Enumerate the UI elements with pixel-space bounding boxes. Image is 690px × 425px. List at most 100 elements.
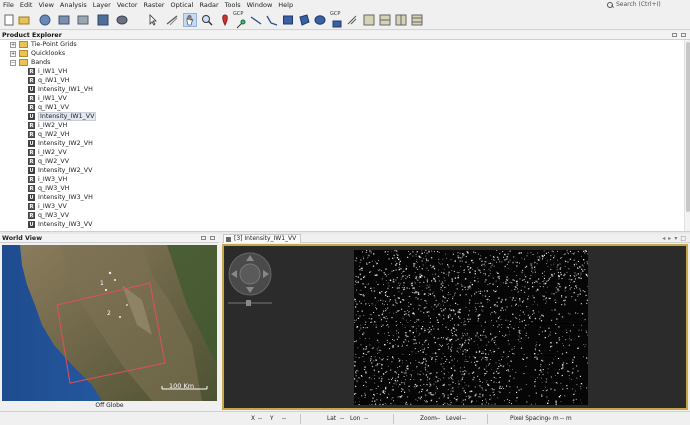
band-item[interactable]: Ri_IW2_VH bbox=[28, 121, 67, 130]
menu-vector[interactable]: Vector bbox=[114, 0, 141, 10]
band-item[interactable]: Rq_IW2_VH bbox=[28, 130, 69, 139]
band-item[interactable]: Rq_IW3_VH bbox=[28, 184, 69, 193]
virtual-band-icon: U bbox=[28, 86, 35, 93]
expand-icon[interactable]: + bbox=[10, 50, 16, 57]
tree-folder-bands[interactable]: − Bands bbox=[10, 58, 50, 67]
image-view-frame[interactable] bbox=[222, 244, 688, 410]
band-item[interactable]: U Intensity_IW3_VH bbox=[28, 193, 93, 202]
band-label: i_IW3_VH bbox=[38, 176, 68, 183]
tab-scroll-left-icon[interactable]: ◂ bbox=[662, 236, 665, 242]
band-icon: R bbox=[28, 68, 35, 75]
menu-optical[interactable]: Optical bbox=[168, 0, 197, 10]
band-label: q_IW3_VH bbox=[38, 185, 70, 192]
world-view-title: World View bbox=[2, 235, 43, 242]
band-icon: R bbox=[28, 95, 35, 102]
band-item[interactable]: U Intensity_IW1_VH bbox=[28, 85, 93, 94]
tab-restore-icon[interactable]: □ bbox=[680, 236, 686, 242]
pan-tool-icon[interactable] bbox=[183, 13, 197, 27]
band-item[interactable]: U Intensity_IW2_VV bbox=[28, 166, 92, 175]
gcp-tool-icon[interactable] bbox=[330, 17, 344, 31]
band-label: q_IW2_VH bbox=[38, 131, 70, 138]
band-item[interactable]: Rq_IW2_VV bbox=[28, 157, 69, 166]
tab-scroll-right-icon[interactable]: ▸ bbox=[668, 236, 671, 242]
tree-folder-tie-point-grids[interactable]: + Tie-Point Grids bbox=[10, 40, 77, 49]
band-item[interactable]: Ri_IW1_VV bbox=[28, 94, 67, 103]
menu-radar[interactable]: Radar bbox=[196, 0, 221, 10]
band-item[interactable]: Rq_IW1_VV bbox=[28, 103, 69, 112]
menu-help[interactable]: Help bbox=[275, 0, 296, 10]
menu-tools[interactable]: Tools bbox=[222, 0, 244, 10]
status-x-label: X bbox=[251, 416, 255, 422]
sar-intensity-image bbox=[354, 250, 588, 405]
graph-builder-icon[interactable] bbox=[38, 13, 52, 27]
band-item[interactable]: U Intensity_IW1_VV bbox=[28, 112, 97, 121]
rectangle-drawing-icon[interactable] bbox=[281, 13, 295, 27]
tile-single-icon[interactable] bbox=[410, 13, 424, 27]
open-product-icon[interactable] bbox=[17, 13, 31, 27]
zoom-tool-icon[interactable] bbox=[200, 13, 214, 27]
polygon-drawing-icon[interactable] bbox=[297, 13, 311, 27]
tree-scrollbar[interactable] bbox=[684, 40, 690, 231]
select-tool-icon[interactable] bbox=[146, 13, 160, 27]
virtual-band-icon: U bbox=[28, 221, 35, 228]
status-spacing-value-2: -- m bbox=[560, 416, 572, 422]
select-range-icon[interactable] bbox=[345, 13, 359, 27]
search-box[interactable]: Search (Ctrl+I) bbox=[606, 0, 686, 9]
status-level-value: -- bbox=[462, 416, 467, 422]
layer-manager-icon[interactable] bbox=[96, 13, 110, 27]
band-item[interactable]: Ri_IW2_VV bbox=[28, 148, 67, 157]
ellipse-drawing-icon[interactable] bbox=[313, 13, 327, 27]
menu-file[interactable]: File bbox=[0, 0, 17, 10]
band-item[interactable]: Ri_IW1_VH bbox=[28, 67, 67, 76]
status-separator bbox=[393, 414, 394, 424]
minimize-world-view-icon[interactable] bbox=[201, 236, 206, 240]
line-drawing-icon[interactable] bbox=[249, 13, 263, 27]
minimize-panel-icon[interactable] bbox=[672, 33, 677, 37]
world-view-map[interactable]: 100 Km 2 1 bbox=[2, 245, 217, 401]
main-toolbar: GCP GCP bbox=[0, 10, 690, 30]
band-item[interactable]: U Intensity_IW2_VH bbox=[28, 139, 93, 148]
band-item[interactable]: Rq_IW3_VV bbox=[28, 211, 69, 220]
range-finder-icon[interactable] bbox=[165, 13, 179, 27]
maximize-panel-icon[interactable] bbox=[681, 33, 686, 37]
band-label: Intensity_IW3_VV bbox=[38, 221, 93, 228]
collapse-icon[interactable]: − bbox=[10, 59, 16, 66]
status-zoom-label: Zoom bbox=[420, 416, 437, 422]
new-product-icon[interactable] bbox=[2, 13, 16, 27]
band-item[interactable]: Rq_IW1_VH bbox=[28, 76, 69, 85]
virtual-band-icon: U bbox=[28, 167, 35, 174]
menu-raster[interactable]: Raster bbox=[141, 0, 168, 10]
menu-layer[interactable]: Layer bbox=[90, 0, 114, 10]
tile-horizontally-icon[interactable] bbox=[378, 13, 392, 27]
maximize-world-view-icon[interactable] bbox=[210, 236, 215, 240]
tab-list-icon[interactable]: ▾ bbox=[674, 236, 677, 242]
polyline-drawing-icon[interactable] bbox=[265, 13, 279, 27]
status-lat-label: Lat bbox=[327, 416, 337, 422]
session-icon[interactable] bbox=[76, 13, 90, 27]
menu-edit[interactable]: Edit bbox=[17, 0, 36, 10]
band-item[interactable]: Ri_IW3_VH bbox=[28, 175, 67, 184]
tree-folder-quicklooks[interactable]: + Quicklooks bbox=[10, 49, 65, 58]
expand-icon[interactable]: + bbox=[10, 41, 16, 48]
batch-processing-icon[interactable] bbox=[57, 13, 71, 27]
menu-analysis[interactable]: Analysis bbox=[57, 0, 90, 10]
menu-view[interactable]: View bbox=[35, 0, 56, 10]
globe-icon[interactable] bbox=[115, 13, 129, 27]
band-label: Intensity_IW2_VH bbox=[38, 140, 93, 147]
band-item[interactable]: Ri_IW3_VV bbox=[28, 202, 67, 211]
status-spacing-label: Pixel Spacing: bbox=[510, 416, 551, 422]
scrollbar-thumb[interactable] bbox=[686, 42, 690, 212]
search-icon bbox=[606, 1, 614, 9]
tile-evenly-icon[interactable] bbox=[362, 13, 376, 27]
band-icon: R bbox=[28, 185, 35, 192]
gcp-placing-icon[interactable] bbox=[234, 17, 248, 31]
band-label: i_IW1_VV bbox=[38, 95, 67, 102]
band-item[interactable]: U Intensity_IW3_VV bbox=[28, 220, 92, 229]
virtual-band-icon: U bbox=[28, 113, 35, 120]
status-separator bbox=[487, 414, 488, 424]
navigation-control[interactable] bbox=[226, 250, 276, 308]
menu-window[interactable]: Window bbox=[244, 0, 276, 10]
image-view-tab[interactable]: [3] Intensity_IW1_VV bbox=[223, 234, 302, 243]
pin-placing-icon[interactable] bbox=[218, 13, 232, 27]
tile-vertically-icon[interactable] bbox=[394, 13, 408, 27]
